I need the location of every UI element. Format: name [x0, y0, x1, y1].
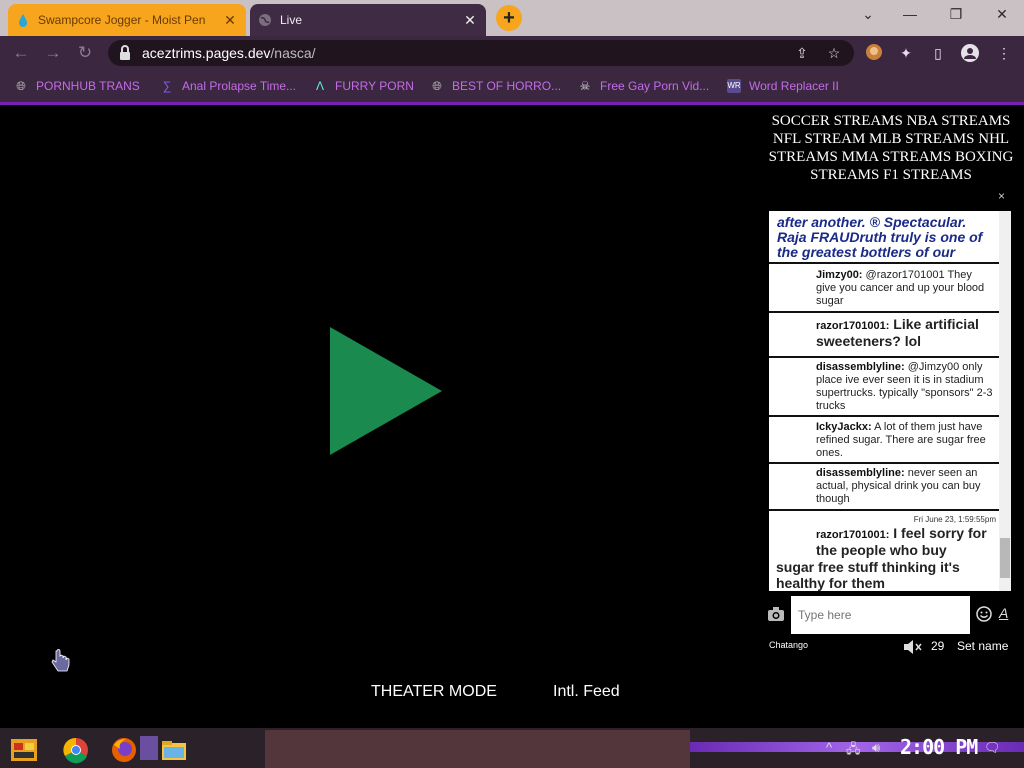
bookmark-label: Anal Prolapse Time...	[182, 79, 297, 93]
extension-avatar-icon[interactable]	[864, 43, 884, 63]
chrome-icon[interactable]	[60, 735, 92, 765]
bookmark-word-replacer[interactable]: WR Word Replacer II	[727, 77, 839, 95]
chat-message: razor1701001: Like artificial sweeteners…	[769, 313, 999, 358]
minimize-button[interactable]: —	[892, 6, 928, 26]
chat-message: disassemblyline: never seen an actual, p…	[769, 464, 999, 511]
chat-message: Fri June 23, 1:59:55pm razor1701001: I f…	[769, 513, 999, 591]
chat-username[interactable]: Jimzy00:	[816, 269, 862, 281]
chat-username[interactable]: disassemblyline:	[816, 467, 905, 479]
puzzle-icon[interactable]: ✦	[896, 43, 916, 63]
chevron-up-icon[interactable]: ^	[826, 740, 832, 755]
firefox-icon[interactable]	[108, 735, 140, 765]
chat-messages: after another. ® Spectacular. Raja FRAUD…	[769, 211, 999, 591]
chevron-down-icon[interactable]: ⌄	[850, 6, 886, 26]
tab-title: Swampcore Jogger - Moist Pen	[38, 13, 206, 27]
bookmark-best-of-horror[interactable]: 🌐︎ BEST OF HORRO...	[430, 77, 561, 95]
chat-username[interactable]: razor1701001:	[816, 320, 889, 332]
chat-message: IckyJackx: A lot of them just have refin…	[769, 417, 999, 464]
clock[interactable]: 2:00 PM	[900, 735, 978, 759]
chat-input[interactable]	[791, 596, 970, 634]
chat-scrollbar[interactable]	[999, 211, 1011, 591]
folder-icon[interactable]	[158, 735, 190, 765]
back-arrow-icon[interactable]: ←	[10, 42, 32, 64]
font-style-button[interactable]: A	[999, 605, 1008, 621]
bookmark-label: FURRY PORN	[335, 79, 414, 93]
taskbar-preview	[265, 730, 690, 768]
intl-feed-button[interactable]: Intl. Feed	[553, 683, 620, 701]
bookmark-label: Free Gay Porn Vid...	[600, 79, 710, 93]
user-count: 29	[931, 639, 945, 653]
forward-arrow-icon[interactable]: →	[42, 42, 64, 64]
camera-icon[interactable]	[767, 606, 785, 622]
volume-icon[interactable]: 🔊︎	[872, 740, 880, 756]
bookmark-label: PORNHUB TRANS	[36, 79, 140, 93]
bookmark-furry[interactable]: Λ FURRY PORN	[313, 77, 414, 95]
chat-close-icon[interactable]: ×	[998, 189, 1005, 203]
sidepanel-icon[interactable]: ▯	[928, 43, 948, 63]
tab-swampcore[interactable]: Swampcore Jogger - Moist Pen ✕	[8, 4, 246, 36]
bookmark-label: BEST OF HORRO...	[452, 79, 562, 93]
tab-close-icon[interactable]: ✕	[222, 12, 238, 29]
mute-icon[interactable]	[903, 639, 923, 655]
profile-icon[interactable]	[960, 43, 980, 63]
share-icon[interactable]: ⇪	[792, 43, 812, 63]
star-icon[interactable]: ☆	[824, 43, 844, 63]
smiley-icon[interactable]	[976, 606, 992, 622]
taskbar-window-tab[interactable]	[140, 736, 158, 760]
url-path: /nasca/	[270, 45, 316, 61]
kebab-menu-icon[interactable]: ⋮	[994, 43, 1014, 63]
theater-mode-button[interactable]: THEATER MODE	[371, 683, 497, 701]
notification-icon[interactable]: 🗨	[984, 740, 1001, 756]
chat-message: disassemblyline: @Jimzy00 only place ive…	[769, 358, 999, 417]
url-text[interactable]: aceztrims.pages.dev/nasca/	[142, 40, 316, 66]
bracket-icon: ∑	[162, 79, 172, 93]
globe-icon	[259, 14, 271, 26]
reload-icon[interactable]: ↻	[74, 42, 96, 64]
chat-message: Jimzy00: @razor1701001 They give you can…	[769, 266, 999, 313]
close-window-button[interactable]: ✕	[984, 6, 1020, 26]
hand-cursor-icon	[51, 649, 70, 672]
new-tab-button[interactable]: +	[496, 5, 522, 31]
url-host: aceztrims.pages.dev	[142, 45, 271, 61]
play-icon[interactable]	[330, 327, 442, 457]
chat-message: after another. ® Spectacular. Raja FRAUD…	[769, 211, 999, 264]
restore-button[interactable]: ❐	[938, 6, 974, 26]
tab-title: Live	[280, 13, 303, 27]
chat-username[interactable]: disassemblyline:	[816, 361, 905, 373]
chat-timestamp: Fri June 23, 1:59:55pm	[913, 515, 996, 524]
chat-username[interactable]: razor1701001:	[816, 529, 889, 541]
drop-favicon-icon	[19, 14, 27, 27]
bookmark-free-gay[interactable]: ☠ Free Gay Porn Vid...	[578, 77, 710, 95]
a-logo-icon: Λ	[315, 79, 324, 93]
tab-close-icon[interactable]: ✕	[462, 12, 478, 29]
globe-icon: 🌐︎	[16, 79, 26, 93]
bookmark-pornhub-trans[interactable]: 🌐︎ PORNHUB TRANS	[14, 77, 140, 95]
bookmark-anal-prolapse[interactable]: ∑ Anal Prolapse Time...	[160, 77, 296, 95]
streams-links[interactable]: SOCCER STREAMS NBA STREAMS NFL STREAM ML…	[764, 112, 1018, 184]
lock-icon	[120, 45, 130, 60]
bookmark-label: Word Replacer II	[749, 79, 839, 93]
chat-text-continued: sugar free stuff thinking it's healthy f…	[776, 559, 960, 591]
set-name-button[interactable]: Set name	[957, 639, 1008, 653]
tab-live[interactable]: Live ✕	[250, 4, 486, 36]
chat-username[interactable]: IckyJackx:	[816, 421, 872, 433]
start-menu-icon[interactable]	[8, 735, 40, 765]
network-icon[interactable]: 🖧	[846, 740, 861, 762]
wr-icon: WR	[727, 79, 741, 93]
chatango-link[interactable]: Chatango	[769, 640, 808, 650]
skull-icon: ☠	[579, 79, 591, 93]
chat-scrollbar-thumb[interactable]	[1000, 538, 1010, 578]
globe-icon: 🌐︎	[432, 79, 442, 93]
